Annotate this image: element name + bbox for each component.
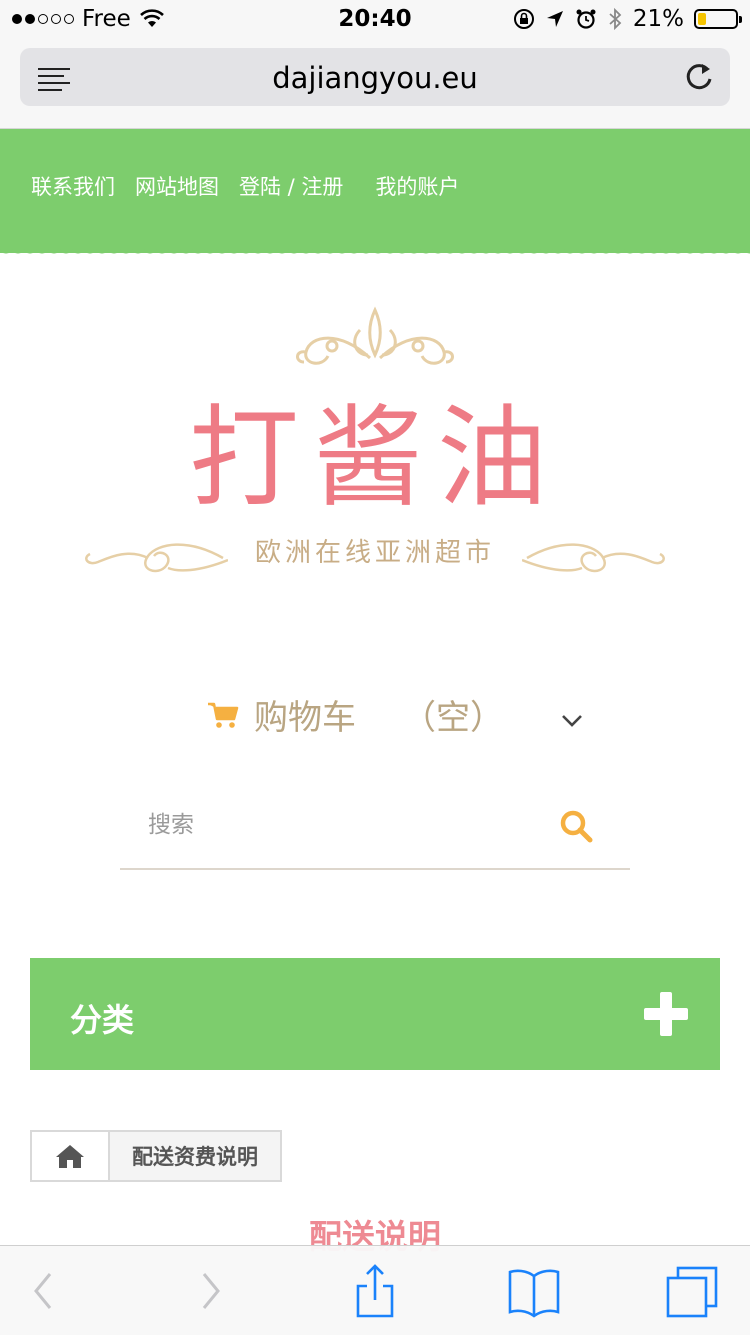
cart-icon [208,702,239,728]
share-icon[interactable] [347,1264,403,1318]
search-icon[interactable] [558,808,594,844]
status-right: 21% [513,6,742,32]
category-label: 分类 [70,1001,135,1039]
search-input[interactable] [146,804,530,846]
back-arrow-icon[interactable] [16,1264,72,1318]
forward-arrow-icon[interactable] [182,1264,238,1318]
url-text[interactable]: dajiangyou.eu [20,61,730,95]
breadcrumb: 配送资费说明 [30,1130,282,1182]
breadcrumb-home[interactable] [32,1132,110,1180]
shopping-cart[interactable]: 购物车 （空） [206,690,504,739]
battery-fill [698,13,706,25]
cart-label: 购物车 [254,698,356,738]
top-nav-links: 联系我们 网站地图 登陆 / 注册 我的账户 [31,171,479,201]
tabs-icon[interactable] [664,1264,720,1318]
location-arrow-icon [546,11,563,27]
bookmarks-icon[interactable] [506,1264,562,1318]
breadcrumb-current: 配送资费说明 [110,1132,280,1180]
browser-toolbar [0,1245,750,1335]
top-navigation: 联系我们 网站地图 登陆 / 注册 我的账户 [0,129,750,253]
battery-percent: 21% [632,6,684,32]
nav-scallop-edge [0,248,750,260]
address-bar[interactable]: dajiangyou.eu [20,48,730,106]
alarm-icon [576,9,596,29]
site-logo[interactable]: 打酱油 欧洲在线亚洲超市 [70,290,680,590]
search-bar [120,800,630,870]
logo-title: 打酱油 [189,394,561,522]
status-bar: Free 20:40 21% [0,0,750,40]
home-icon [56,1145,84,1168]
nav-link-contact[interactable]: 联系我们 [31,171,115,201]
bluetooth-icon [609,7,622,31]
logo-right-flourish-icon [522,543,665,573]
nav-link-login-register[interactable]: 登陆 / 注册 [239,171,343,201]
browser-chrome: dajiangyou.eu [0,40,750,129]
chevron-down-icon[interactable] [560,708,584,732]
battery-icon [694,9,742,29]
reload-icon[interactable] [682,60,716,94]
rotation-lock-icon [513,9,534,29]
cart-status: （空） [402,698,504,738]
nav-link-sitemap[interactable]: 网站地图 [135,171,219,201]
category-toggle[interactable]: 分类 [30,958,720,1070]
nav-link-my-account[interactable]: 我的账户 [375,171,459,201]
plus-icon[interactable] [644,992,688,1036]
